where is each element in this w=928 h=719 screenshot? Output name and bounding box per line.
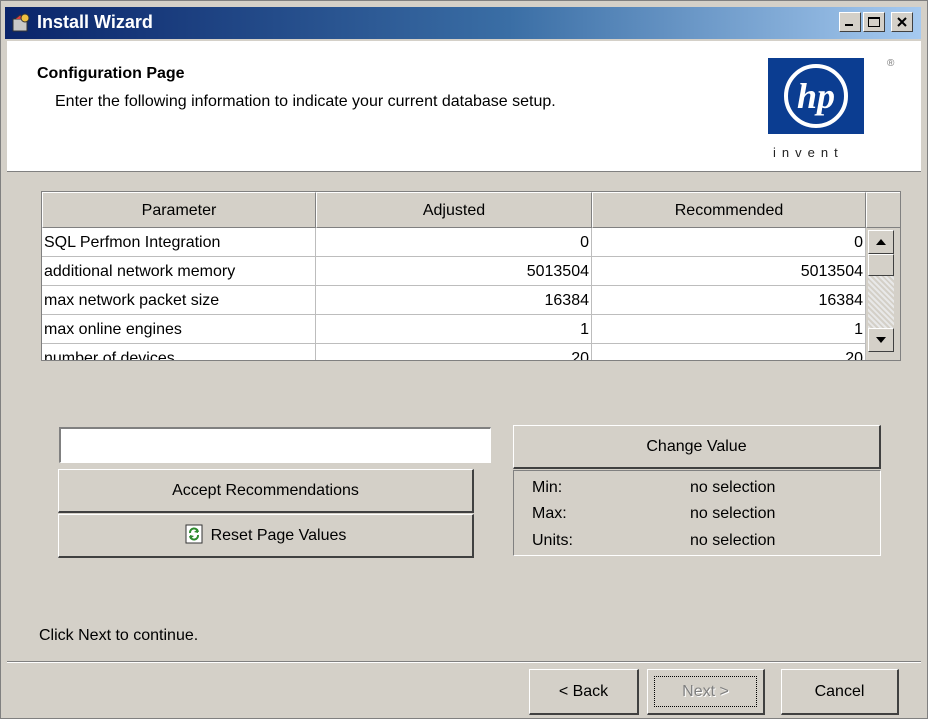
close-button[interactable] (891, 12, 913, 32)
minimize-icon (845, 24, 853, 26)
accept-recommendations-button[interactable]: Accept Recommendations (58, 469, 474, 513)
page-header: Configuration Page Enter the following i… (7, 41, 921, 172)
reset-page-values-label: Reset Page Values (210, 527, 347, 544)
refresh-icon (185, 524, 203, 544)
reset-page-values-button[interactable]: Reset Page Values (58, 514, 474, 558)
maximize-button[interactable] (863, 12, 885, 32)
cell-recommended: 20 (592, 344, 866, 360)
value-input[interactable] (59, 427, 491, 463)
column-header-parameter[interactable]: Parameter (42, 192, 316, 228)
units-label: Units: (532, 532, 573, 549)
cell-adjusted[interactable]: 0 (316, 228, 592, 257)
value-info-panel: Min: no selection Max: no selection Unit… (513, 470, 881, 556)
arrow-up-icon (876, 239, 886, 245)
page-description: Enter the following information to indic… (55, 93, 556, 110)
install-wizard-window: Install Wizard Configuration Page Enter … (0, 0, 928, 719)
min-label: Min: (532, 479, 563, 496)
column-header-corner (866, 192, 900, 228)
hp-logo-text: hp (797, 76, 835, 116)
cell-parameter: max online engines (42, 315, 316, 344)
scroll-thumb[interactable] (868, 254, 894, 276)
cancel-label: Cancel (814, 683, 865, 700)
logo-tagline: invent (773, 145, 844, 160)
cell-parameter: additional network memory (42, 257, 316, 286)
hp-logo: hp (768, 58, 864, 134)
table-row[interactable]: max network packet size 16384 16384 (42, 286, 866, 315)
table-row[interactable]: number of devices 20 20 (42, 344, 866, 360)
back-label: < Back (558, 683, 609, 700)
title-bar[interactable]: Install Wizard (5, 7, 921, 39)
cell-adjusted[interactable]: 20 (316, 344, 592, 360)
max-value: no selection (690, 505, 776, 522)
footer-divider (7, 661, 921, 663)
units-value: no selection (690, 532, 776, 549)
min-value: no selection (690, 479, 776, 496)
scroll-down-button[interactable] (868, 328, 894, 352)
next-button[interactable]: Next > (647, 669, 765, 715)
cell-recommended: 5013504 (592, 257, 866, 286)
table-row[interactable]: max online engines 1 1 (42, 315, 866, 344)
page-title: Configuration Page (37, 65, 185, 82)
cell-recommended: 16384 (592, 286, 866, 315)
column-header-adjusted[interactable]: Adjusted (316, 192, 592, 228)
focus-rectangle (654, 676, 757, 707)
table-row[interactable]: SQL Perfmon Integration 0 0 (42, 228, 866, 257)
minimize-button[interactable] (839, 12, 861, 32)
close-icon (897, 17, 907, 27)
registered-mark: ® (887, 58, 895, 69)
parameters-table: Parameter Adjusted Recommended SQL Perfm… (41, 191, 901, 361)
cell-adjusted[interactable]: 16384 (316, 286, 592, 315)
cell-recommended: 1 (592, 315, 866, 344)
cell-adjusted[interactable]: 1 (316, 315, 592, 344)
arrow-down-icon (876, 337, 886, 343)
table-header: Parameter Adjusted Recommended (42, 192, 900, 228)
cancel-button[interactable]: Cancel (781, 669, 899, 715)
window-title: Install Wizard (37, 12, 153, 32)
maximize-icon (868, 17, 880, 27)
cell-recommended: 0 (592, 228, 866, 257)
cell-parameter: max network packet size (42, 286, 316, 315)
change-value-button[interactable]: Change Value (513, 425, 881, 469)
scroll-up-button[interactable] (868, 230, 894, 254)
installer-app-icon (12, 13, 30, 32)
scroll-track[interactable] (868, 276, 894, 328)
max-label: Max: (532, 505, 567, 522)
back-button[interactable]: < Back (529, 669, 639, 715)
status-text: Click Next to continue. (39, 627, 199, 644)
change-value-label: Change Value (646, 438, 747, 455)
cell-parameter: SQL Perfmon Integration (42, 228, 316, 257)
table-scrollbar[interactable] (866, 228, 900, 360)
cell-parameter: number of devices (42, 344, 316, 360)
cell-adjusted[interactable]: 5013504 (316, 257, 592, 286)
accept-recommendations-label: Accept Recommendations (172, 482, 359, 499)
column-header-recommended[interactable]: Recommended (592, 192, 866, 228)
table-row[interactable]: additional network memory 5013504 501350… (42, 257, 866, 286)
